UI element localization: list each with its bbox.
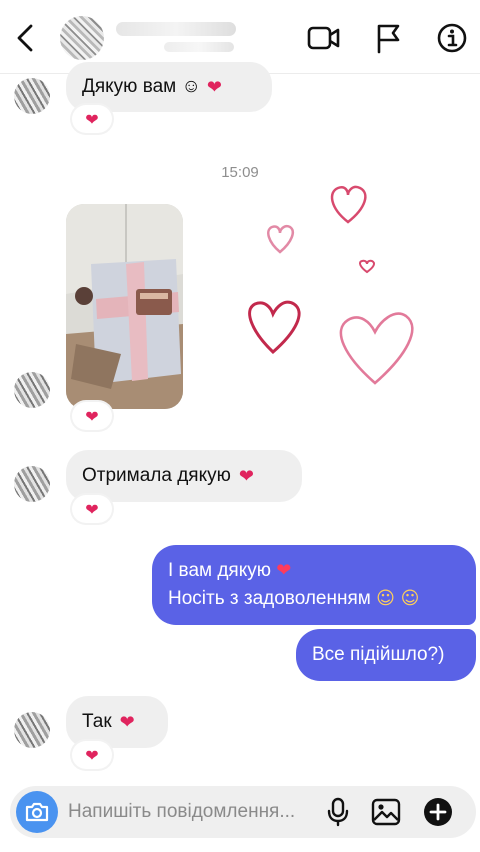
heart-emoji: ❤ [206,76,222,98]
chevron-left-icon [17,24,33,52]
voice-message-button[interactable] [322,796,354,828]
message-line: І вам дякую ❤ [168,557,460,585]
heart-outline-icon [248,300,301,355]
package-photo [66,204,183,409]
heart-emoji: ❤ [238,465,254,487]
heart-reaction-icon: ❤ [85,406,99,426]
blurred-username-line [164,42,234,52]
heart-emoji: ❤ [119,711,135,733]
sender-avatar[interactable] [14,466,50,502]
gallery-button[interactable] [370,796,402,828]
add-attachment-button[interactable] [422,796,454,828]
message-text: Отримала дякую [82,465,231,486]
timestamp: 15:09 [221,164,259,181]
heart-emoji: ❤ [276,560,292,581]
message-reaction[interactable]: ❤ [72,495,112,523]
contact-name-blurred[interactable] [116,18,246,58]
message-text: Так [82,711,112,732]
video-call-icon [307,26,340,50]
floating-hearts-decoration [248,185,414,385]
camera-icon [25,802,49,822]
flag-icon [377,24,400,54]
incoming-message[interactable]: Отримала дякую ❤ [66,450,302,502]
heart-outline-icon [358,259,376,274]
incoming-message[interactable]: Так ❤ [66,696,168,748]
image-icon [371,798,401,826]
plus-circle-icon [424,798,452,826]
info-icon [437,23,467,53]
message-composer [10,786,476,838]
video-call-button[interactable] [306,20,342,56]
message-reaction[interactable]: ❤ [72,741,112,769]
camera-button[interactable] [16,791,58,833]
heart-reaction-icon: ❤ [85,745,99,765]
heart-reaction-icon: ❤ [85,109,99,129]
message-reaction[interactable]: ❤ [72,105,112,133]
heart-reaction-icon: ❤ [85,499,99,519]
heart-outline-icon [267,225,294,254]
sender-avatar[interactable] [14,372,50,408]
message-text: Дякую вам ☺ [82,76,201,97]
message-text: Носіть з задоволенням [168,588,371,609]
contact-avatar[interactable] [60,16,104,60]
message-text: Все підійшло?) [312,644,445,665]
heart-outline-icon [330,185,367,224]
smiling-hearts-emoji: ☺ ☺ [376,588,420,609]
blurred-name-line [116,22,236,36]
message-input[interactable] [68,800,330,824]
back-button[interactable] [10,18,40,58]
message-line: Носіть з задоволенням ☺ ☺ [168,585,460,613]
message-text: І вам дякую [168,560,271,581]
microphone-icon [327,797,349,827]
heart-outline-icon [339,312,414,385]
report-button[interactable] [370,20,406,56]
outgoing-message[interactable]: Все підійшло?) [296,629,476,681]
sender-avatar[interactable] [14,712,50,748]
outgoing-message[interactable]: І вам дякую ❤ Носіть з задоволенням ☺ ☺ [152,545,476,625]
photo-message[interactable] [66,204,183,409]
sender-avatar[interactable] [14,78,50,114]
message-reaction[interactable]: ❤ [72,402,112,430]
info-button[interactable] [434,20,470,56]
